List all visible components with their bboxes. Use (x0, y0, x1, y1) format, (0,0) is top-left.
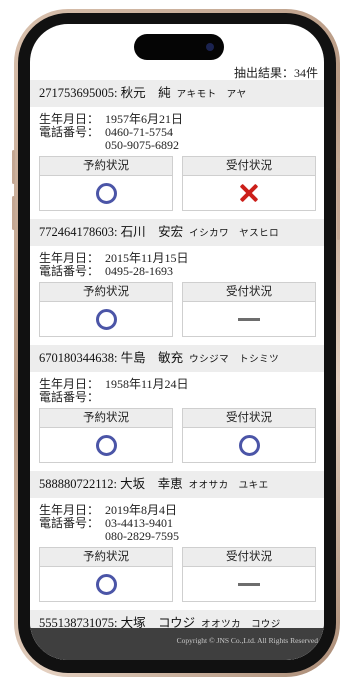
reception-status-title: 受付状況 (183, 409, 315, 428)
circle-icon (95, 573, 117, 595)
volume-button (12, 150, 15, 184)
phone-row: 電話番号： 0460-71-5754 050-9075-6892 (39, 126, 316, 152)
record-item[interactable]: 772464178603: 石川 安宏 イシカワ ヤスヒロ 生年月日： 2015年… (30, 219, 324, 345)
circle-icon (238, 434, 260, 456)
reception-status-title: 受付状況 (183, 157, 315, 176)
circle-icon (95, 182, 117, 204)
record-id: 271753695005 (39, 86, 114, 100)
result-label: 抽出結果： (233, 66, 294, 80)
circle-icon (95, 308, 117, 330)
result-number: 34件 (293, 66, 318, 80)
status-boxes: 予約状況 受付状況 (39, 547, 316, 602)
result-count: 抽出結果：34件 (234, 64, 318, 81)
phone-label: 電話番号： (39, 264, 100, 278)
record-body: 生年月日： 1958年11月24日 電話番号： 予約状況 受付状況 (30, 372, 324, 471)
record-name: 石川 安宏 (120, 225, 184, 239)
cross-icon (239, 183, 259, 203)
record-id-separator: : (114, 86, 121, 100)
status-boxes: 予約状況 受付状況 (39, 282, 316, 337)
reception-status-mark (183, 302, 315, 336)
record-id-separator: : (114, 225, 121, 239)
camera-icon (206, 43, 214, 51)
record-body: 生年月日： 2019年8月4日 電話番号： 03-4413-9401 080-28… (30, 498, 324, 610)
copyright-text: Copyright © JNS Co.,Ltd. All Rights Rese… (176, 636, 318, 645)
record-header[interactable]: 772464178603: 石川 安宏 イシカワ ヤスヒロ (30, 219, 324, 246)
record-kana: オオサカ ユキエ (188, 481, 269, 491)
dynamic-island (134, 34, 224, 60)
phone-number[interactable]: 080-2829-7595 (105, 530, 179, 543)
phone-number[interactable]: 050-9075-6892 (105, 139, 179, 152)
status-boxes: 予約状況 受付状況 (39, 408, 316, 463)
phone-label: 電話番号： (39, 516, 100, 530)
footer: Copyright © JNS Co.,Ltd. All Rights Rese… (30, 628, 324, 660)
record-item[interactable]: 271753695005: 秋元 純アキモト アヤ 生年月日： 1957年6月2… (30, 80, 324, 219)
record-item[interactable]: 588880722112: 大坂 幸恵 オオサカ ユキエ 生年月日： 2019年8… (30, 471, 324, 610)
reception-status-box: 受付状況 (182, 156, 316, 211)
record-item[interactable]: 670180344638: 牛島 敏充 ウシジマ トシミツ 生年月日： 1958年… (30, 345, 324, 471)
record-id: 670180344638 (39, 351, 114, 365)
phone-number[interactable]: 0495-28-1693 (105, 265, 173, 278)
reception-status-title: 受付状況 (183, 548, 315, 567)
reception-status-mark (183, 428, 315, 462)
reception-status-mark (183, 176, 315, 210)
reservation-status-title: 予約状況 (40, 283, 172, 302)
record-kana: イシカワ ヤスヒロ (189, 229, 280, 239)
record-header[interactable]: 670180344638: 牛島 敏充 ウシジマ トシミツ (30, 345, 324, 372)
record-id-separator: : (114, 351, 121, 365)
side-button (337, 168, 340, 240)
status-boxes: 予約状況 受付状況 (39, 156, 316, 211)
phone-row: 電話番号： 03-4413-9401 080-2829-7595 (39, 517, 316, 543)
record-header[interactable]: 588880722112: 大坂 幸恵 オオサカ ユキエ (30, 471, 324, 498)
phone-label: 電話番号： (39, 125, 100, 139)
record-name: 大坂 幸恵 (120, 477, 183, 491)
phone-values: 03-4413-9401 080-2829-7595 (105, 517, 179, 543)
phone-label: 電話番号： (39, 390, 100, 404)
record-kana: アキモト アヤ (176, 90, 247, 100)
reception-status-mark (183, 567, 315, 601)
circle-icon (95, 434, 117, 456)
dash-icon (238, 582, 260, 586)
reservation-status-title: 予約状況 (40, 548, 172, 567)
record-body: 生年月日： 1957年6月21日 電話番号： 0460-71-5754 050-9… (30, 107, 324, 219)
reception-status-box: 受付状況 (182, 547, 316, 602)
reservation-status-box: 予約状況 (39, 408, 173, 463)
screen: 抽出結果：34件 271753695005: 秋元 純アキモト アヤ 生年月日：… (30, 24, 324, 660)
reservation-status-mark (40, 176, 172, 210)
reservation-status-mark (40, 567, 172, 601)
record-body: 生年月日： 2015年11月15日 電話番号： 0495-28-1693 予約状… (30, 246, 324, 345)
dash-icon (238, 317, 260, 321)
record-kana: ウシジマ トシミツ (189, 355, 280, 365)
reservation-status-box: 予約状況 (39, 547, 173, 602)
reservation-status-box: 予約状況 (39, 282, 173, 337)
birthdate-value: 1958年11月24日 (105, 377, 189, 391)
reservation-status-mark (40, 428, 172, 462)
record-header[interactable]: 271753695005: 秋元 純アキモト アヤ (30, 80, 324, 107)
record-list: 271753695005: 秋元 純アキモト アヤ 生年月日： 1957年6月2… (30, 80, 324, 660)
phone-row: 電話番号： (39, 391, 316, 404)
reservation-status-title: 予約状況 (40, 157, 172, 176)
record-id: 772464178603 (39, 225, 114, 239)
reception-status-box: 受付状況 (182, 282, 316, 337)
volume-button (12, 196, 15, 230)
record-name: 牛島 敏充 (120, 351, 184, 365)
phone-row: 電話番号： 0495-28-1693 (39, 265, 316, 278)
record-name: 秋元 純 (120, 86, 171, 100)
record-id: 588880722112 (39, 477, 114, 491)
phone-values: 0460-71-5754 050-9075-6892 (105, 126, 179, 152)
phone-values: 0495-28-1693 (105, 265, 173, 278)
reservation-status-box: 予約状況 (39, 156, 173, 211)
reservation-status-mark (40, 302, 172, 336)
reception-status-box: 受付状況 (182, 408, 316, 463)
reservation-status-title: 予約状況 (40, 409, 172, 428)
reception-status-title: 受付状況 (183, 283, 315, 302)
